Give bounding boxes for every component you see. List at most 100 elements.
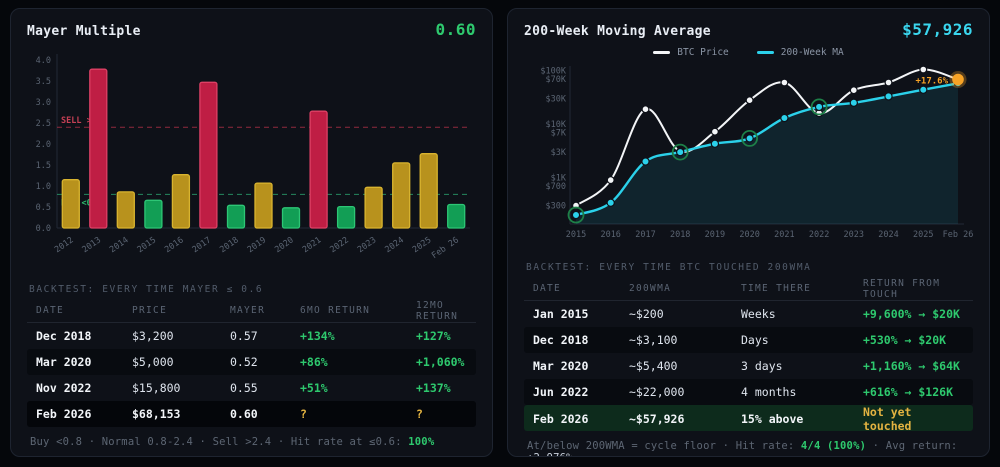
x-tick-label: 2022: [809, 230, 829, 240]
200wma-point[interactable]: [572, 211, 579, 218]
200wma-point[interactable]: [850, 99, 857, 106]
table-cell: $3,200: [132, 329, 230, 343]
table-cell: +1,060%: [416, 355, 467, 369]
btc-price-point[interactable]: [850, 87, 857, 94]
table-row: Feb 2026$68,1530.60??: [27, 401, 476, 427]
legend-item-btc-price[interactable]: BTC Price: [653, 47, 728, 58]
footnote-segment: 4/4 (100%): [801, 440, 866, 452]
table-row: Dec 2018$3,2000.57+134%+127%: [27, 323, 476, 349]
legend-item-200wma[interactable]: 200-Week MA: [757, 47, 844, 58]
200wma-current-value: $57,926: [902, 20, 973, 39]
200wma-point[interactable]: [711, 140, 718, 147]
200wma-swatch: [757, 51, 774, 54]
200wma-point[interactable]: [816, 103, 823, 110]
table-cell: ~$57,926: [629, 412, 741, 426]
premium-annotation: +17.6%: [915, 77, 948, 87]
table-cell: 3 days: [741, 359, 863, 373]
table-cell: +9,600% → $20K: [863, 307, 964, 321]
mayer-backtest-table: DATEPRICEMAYER6MO RETURN12MO RETURNDec 2…: [27, 299, 476, 427]
table-cell: +86%: [300, 355, 416, 369]
200wma-point[interactable]: [607, 199, 614, 206]
200wma-point[interactable]: [885, 93, 892, 100]
x-tick-label: 2013: [81, 235, 104, 255]
btc-price-point[interactable]: [607, 177, 614, 184]
200wma-point[interactable]: [781, 114, 788, 121]
btc-price-point[interactable]: [920, 66, 927, 73]
column-header: DATE: [533, 283, 629, 294]
x-tick-label: 2017: [191, 235, 214, 255]
y-tick-label: $700: [546, 182, 566, 192]
table-cell: 15% above: [741, 412, 863, 426]
mayer-bar-2013[interactable]: [90, 69, 107, 228]
table-cell: ~$5,400: [629, 359, 741, 373]
x-tick-label: 2025: [913, 230, 933, 240]
200wma-point[interactable]: [677, 149, 684, 156]
mayer-bar-Feb-26[interactable]: [448, 205, 465, 229]
x-tick-label: 2018: [218, 235, 241, 255]
mayer-bar-2025[interactable]: [420, 154, 437, 228]
y-tick-label: $300: [546, 202, 566, 212]
200wma-point[interactable]: [746, 135, 753, 142]
table-cell: Nov 2022: [36, 381, 132, 395]
btc-price-point[interactable]: [885, 79, 892, 86]
x-tick-label: 2016: [600, 230, 620, 240]
footnote-segment: At/below 200WMA = cycle floor · Hit rate…: [527, 440, 801, 452]
mayer-bar-2022[interactable]: [338, 207, 355, 228]
y-tick-label: 1.0: [36, 182, 51, 192]
mayer-bar-2020[interactable]: [283, 208, 300, 228]
mayer-bar-2021[interactable]: [310, 111, 327, 228]
200wma-point[interactable]: [642, 158, 649, 165]
mayer-bar-2012[interactable]: [62, 180, 79, 228]
table-cell: Dec 2018: [36, 329, 132, 343]
x-tick-label: 2019: [705, 230, 725, 240]
table-row: Jan 2015~$200Weeks+9,600% → $20K: [524, 301, 973, 327]
table-cell: Weeks: [741, 307, 863, 321]
x-tick-label: 2019: [246, 235, 269, 255]
table-cell: Not yet touched: [863, 405, 964, 433]
200wma-panel: 200-Week Moving Average $57,926 BTC Pric…: [507, 8, 990, 457]
table-row: Feb 2026~$57,92615% aboveNot yet touched: [524, 405, 973, 431]
y-tick-label: $30K: [546, 95, 567, 105]
table-header-row: DATEPRICEMAYER6MO RETURN12MO RETURN: [27, 299, 476, 323]
x-tick-label: 2012: [53, 235, 76, 255]
current-price-dot[interactable]: [952, 74, 964, 86]
200wma-line-chart: $100K$70K$30K$10K$7K$3K$1K$700$300201520…: [524, 64, 973, 254]
200wma-point[interactable]: [920, 86, 927, 93]
btc-price-point[interactable]: [746, 97, 753, 104]
column-header: TIME THERE: [741, 283, 863, 294]
mayer-bar-2016[interactable]: [172, 175, 189, 228]
x-tick-label: 2024: [383, 235, 406, 255]
x-tick-label: Feb 26: [430, 235, 461, 261]
mayer-bar-chart: 0.00.51.01.52.02.53.03.54.0SELL >2.4BUY …: [27, 46, 476, 276]
btc-price-point[interactable]: [781, 79, 788, 86]
x-tick-label: 2021: [774, 230, 794, 240]
mayer-bar-2023[interactable]: [365, 187, 382, 228]
table-cell: Feb 2026: [533, 412, 629, 426]
x-tick-label: 2020: [273, 235, 296, 255]
legend-label: BTC Price: [677, 47, 728, 58]
mayer-bar-2019[interactable]: [255, 183, 272, 228]
btc-price-point[interactable]: [642, 106, 649, 113]
legend-label: 200-Week MA: [781, 47, 844, 58]
table-cell: Dec 2018: [533, 333, 629, 347]
y-tick-label: 4.0: [36, 56, 51, 66]
table-cell: ?: [300, 407, 416, 421]
panel-title: Mayer Multiple: [27, 24, 141, 39]
table-cell: ~$22,000: [629, 385, 741, 399]
column-header: 12MO RETURN: [416, 300, 467, 322]
mayer-bar-2017[interactable]: [200, 82, 217, 228]
table-cell: +127%: [416, 329, 467, 343]
table-row: Nov 2022$15,8000.55+51%+137%: [27, 375, 476, 401]
200wma-backtest-table: DATE200WMATIME THERERETURN FROM TOUCHJan…: [524, 277, 973, 431]
footnote-segment: 100%: [408, 436, 434, 448]
panel-header: 200-Week Moving Average $57,926: [524, 20, 973, 42]
y-tick-label: $70K: [546, 75, 567, 85]
btc-price-point[interactable]: [712, 128, 719, 135]
mayer-bar-2015[interactable]: [145, 200, 162, 228]
mayer-bar-2014[interactable]: [117, 192, 134, 228]
mayer-bar-2018[interactable]: [228, 205, 245, 228]
table-cell: +134%: [300, 329, 416, 343]
table-cell: 0.57: [230, 329, 300, 343]
mayer-bar-2024[interactable]: [393, 163, 410, 228]
y-tick-label: 3.0: [36, 98, 51, 108]
